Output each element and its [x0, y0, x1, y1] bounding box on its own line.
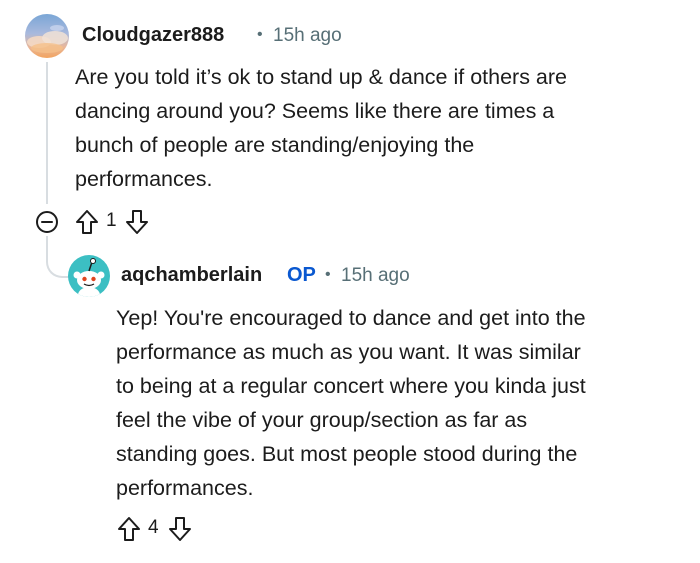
- comment-body-line: dancing around you? Seems like there are…: [75, 99, 555, 123]
- comment-body: Yep! You're encouraged to dance and get …: [116, 301, 586, 505]
- comment-timestamp[interactable]: 15h ago: [273, 25, 342, 47]
- comment-author[interactable]: Cloudgazer888: [82, 24, 224, 47]
- downvote-button[interactable]: [167, 515, 193, 543]
- comment-body-line: to being at a regular concert where you …: [116, 374, 586, 398]
- collapse-thread-button[interactable]: [35, 210, 59, 234]
- downvote-arrow-icon: [169, 517, 191, 541]
- vote-count: 4: [148, 517, 159, 538]
- avatar[interactable]: [68, 255, 110, 297]
- minus-circle-icon: [36, 211, 58, 233]
- downvote-button[interactable]: [124, 208, 150, 236]
- comment-body-line: feel the vibe of your group/section as f…: [116, 408, 528, 432]
- meta-separator: •: [257, 26, 263, 43]
- comment-body-line: performances.: [75, 167, 213, 191]
- comment-author[interactable]: aqchamberlain: [121, 264, 262, 287]
- avatar[interactable]: [25, 14, 69, 58]
- comment-body-line: performances.: [116, 476, 254, 500]
- thread-line: [46, 62, 48, 204]
- vote-count: 1: [106, 210, 117, 231]
- comment-body-line: bunch of people are standing/enjoying th…: [75, 133, 475, 157]
- cloud-sky-avatar-icon: [25, 14, 69, 58]
- upvote-arrow-icon: [76, 210, 98, 234]
- upvote-button[interactable]: [74, 208, 100, 236]
- op-badge: OP: [287, 264, 316, 286]
- comment-body-line: performance as much as you want. It was …: [116, 340, 581, 364]
- upvote-button[interactable]: [116, 515, 142, 543]
- comment-body-line: Yep! You're encouraged to dance and get …: [116, 306, 586, 330]
- upvote-arrow-icon: [118, 517, 140, 541]
- comment-body: Are you told it’s ok to stand up & dance…: [75, 60, 567, 196]
- snoo-avatar-icon: [68, 255, 110, 297]
- comment-body-line: standing goes. But most people stood dur…: [116, 442, 578, 466]
- comment-body-line: Are you told it’s ok to stand up & dance…: [75, 65, 568, 89]
- comment-timestamp[interactable]: 15h ago: [341, 265, 410, 287]
- meta-separator: •: [325, 266, 331, 283]
- downvote-arrow-icon: [126, 210, 148, 234]
